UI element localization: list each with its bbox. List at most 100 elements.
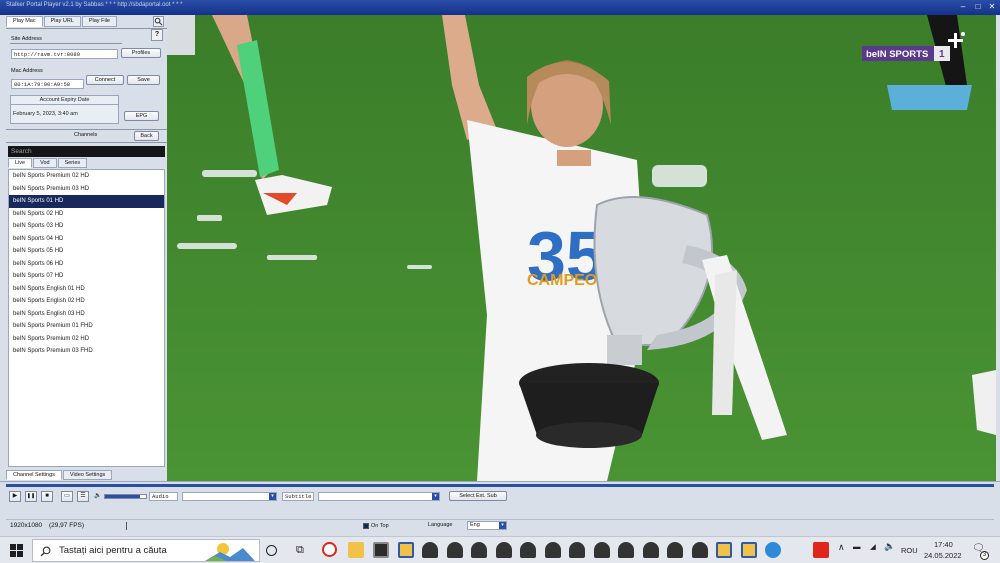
list-item[interactable]: beIN Sports 07 HD [9, 270, 164, 283]
detective-app-icon[interactable] [496, 542, 512, 558]
help-button[interactable]: ? [151, 29, 163, 41]
mac-label: Mac Address [11, 68, 43, 74]
detective-app-icon[interactable] [692, 542, 708, 558]
file-explorer-icon[interactable] [348, 542, 364, 558]
resolution-readout: 1920x1080 (29,97 FPS) [10, 522, 84, 529]
list-item[interactable]: beIN Sports Premium 02 HD [9, 333, 164, 346]
select-ext-sub-button[interactable]: Select Ext. Sub [449, 491, 507, 501]
cortana-icon[interactable] [266, 545, 277, 556]
media-app-icon[interactable] [398, 542, 414, 558]
player-window: Stalker Portal Player v2.1 by Sabbas * *… [0, 0, 1000, 536]
fullscreen-icon[interactable]: ▭ [61, 491, 73, 502]
list-item[interactable]: beIN Sports Premium 03 FHD [9, 345, 164, 358]
detective-app-icon[interactable] [594, 542, 610, 558]
epg-button[interactable]: EPG [124, 111, 159, 121]
title-bar[interactable]: Stalker Portal Player v2.1 by Sabbas * *… [0, 0, 1000, 15]
search-icon[interactable] [153, 16, 164, 27]
chevron-down-icon: ▾ [499, 522, 506, 529]
list-item-selected[interactable]: beIN Sports 01 HD [9, 195, 164, 208]
audio-select[interactable]: ▾ [182, 492, 277, 501]
play-button[interactable]: ▶ [9, 491, 21, 502]
fps-value: (29,97 FPS) [48, 522, 85, 529]
stop-button[interactable]: ■ [41, 491, 53, 502]
tab-play-file[interactable]: Play File [81, 16, 117, 27]
close-button[interactable]: ✕ [987, 2, 997, 12]
tab-live[interactable]: Live [8, 158, 33, 168]
windows-start-icon[interactable] [10, 544, 23, 559]
connect-button[interactable]: Connect [86, 75, 124, 85]
video-display[interactable]: 35 CAMPEONES beIN SPORTS 1 [167, 15, 996, 481]
divider [6, 519, 994, 520]
audio-label: Audio [149, 492, 178, 501]
list-item[interactable]: beIN Sports 02 HD [9, 208, 164, 221]
on-top-checkbox[interactable] [363, 523, 369, 529]
tab-play-mac[interactable]: Play Mac [6, 16, 43, 27]
language-label: Language [428, 522, 453, 528]
list-item[interactable]: beIN Sports 04 HD [9, 233, 164, 246]
tray-chevron-icon[interactable]: ∧ [838, 542, 845, 553]
app-window-icon[interactable] [373, 542, 389, 558]
channel-list[interactable]: beIN Sports Premium 02 HD beIN Sports Pr… [8, 169, 165, 467]
media-app-icon[interactable] [741, 542, 757, 558]
detective-app-icon[interactable] [520, 542, 536, 558]
bein-watermark: beIN SPORTS [866, 49, 928, 60]
clock-time[interactable]: 17:40 [934, 540, 953, 549]
weather-widget-icon[interactable] [205, 540, 255, 561]
player-app-icon[interactable] [765, 542, 781, 558]
language-select[interactable]: Eng ▾ [467, 521, 507, 530]
tab-series[interactable]: Series [57, 158, 88, 168]
maximize-button[interactable]: □ [973, 2, 983, 12]
list-item[interactable]: beIN Sports English 03 HD [9, 308, 164, 321]
list-item[interactable]: beIN Sports Premium 03 HD [9, 183, 164, 196]
portal-label: Site Address [11, 36, 42, 42]
profiles-button[interactable]: Profiles [121, 48, 161, 58]
video-frame: 35 CAMPEONES beIN SPORTS 1 [167, 15, 996, 481]
task-view-icon[interactable]: ⧉ [296, 544, 304, 557]
mac-address-input[interactable]: 00:1A:79:00:A9:58 [11, 79, 84, 89]
detective-app-icon[interactable] [569, 542, 585, 558]
seek-bar[interactable] [6, 484, 994, 487]
list-item[interactable]: beIN Sports 05 HD [9, 245, 164, 258]
sidebar: Play Mac Play URL Play File ? Site Addre… [6, 15, 167, 481]
detective-app-icon[interactable] [545, 542, 561, 558]
volume-icon[interactable]: 🔈 [94, 492, 101, 499]
search-input[interactable]: Search [8, 146, 165, 157]
subtitle-select[interactable]: ▾ [318, 492, 440, 501]
divider [6, 129, 167, 130]
list-item[interactable]: beIN Sports 06 HD [9, 258, 164, 271]
tab-channel-settings[interactable]: Channel Settings [6, 470, 62, 480]
speaker-icon[interactable]: 🔈 [884, 541, 895, 552]
notification-badge: 3 [980, 551, 989, 560]
detective-app-icon[interactable] [447, 542, 463, 558]
minimize-button[interactable]: – [958, 2, 968, 12]
list-item[interactable]: beIN Sports English 02 HD [9, 295, 164, 308]
portal-url-input[interactable]: http://ravm.tvr:8080 [11, 49, 118, 59]
expiry-label: Account Expiry Date [11, 96, 118, 105]
opera-icon[interactable] [322, 542, 337, 557]
youtube-icon[interactable] [813, 542, 829, 558]
playlist-icon[interactable]: ☰ [77, 491, 89, 502]
detective-app-icon[interactable] [667, 542, 683, 558]
media-app-icon[interactable] [716, 542, 732, 558]
detective-app-icon[interactable] [618, 542, 634, 558]
language-indicator[interactable]: ROU [901, 546, 918, 555]
list-item[interactable]: beIN Sports Premium 02 HD [9, 170, 164, 183]
detective-app-icon[interactable] [643, 542, 659, 558]
save-button[interactable]: Save [127, 75, 160, 85]
detective-app-icon[interactable] [471, 542, 487, 558]
clock-date[interactable]: 24.05.2022 [924, 551, 962, 560]
tab-vod[interactable]: Vod [33, 158, 57, 168]
detective-app-icon[interactable] [422, 542, 438, 558]
tab-play-url[interactable]: Play URL [43, 16, 81, 27]
network-icon[interactable]: ◢ [870, 542, 876, 551]
volume-slider[interactable] [104, 494, 147, 499]
list-item[interactable]: beIN Sports Premium 01 FHD [9, 320, 164, 333]
list-item[interactable]: beIN Sports English 01 HD [9, 283, 164, 296]
chevron-down-icon: ▾ [432, 493, 439, 500]
tab-video-settings[interactable]: Video Settings [62, 470, 113, 480]
pause-button[interactable]: ❚❚ [25, 491, 37, 502]
usb-icon[interactable]: ▬ [853, 542, 861, 551]
divider [10, 43, 122, 44]
list-item[interactable]: beIN Sports 03 HD [9, 220, 164, 233]
back-button[interactable]: Back [134, 131, 159, 141]
